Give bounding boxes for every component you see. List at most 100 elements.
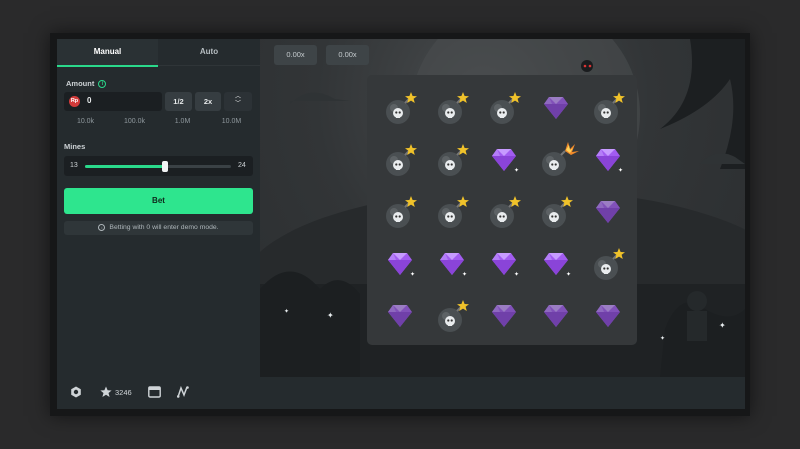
demo-note-text: Betting with 0 will enter demo mode. xyxy=(109,224,219,231)
svg-text:✦: ✦ xyxy=(410,271,415,278)
mode-tabs: Manual Auto xyxy=(57,39,260,67)
amount-value: 0 xyxy=(87,96,92,105)
mines-max: 24 xyxy=(238,162,246,169)
bomb-tile[interactable] xyxy=(374,186,426,238)
sparkle-icon: ✦ xyxy=(327,311,334,320)
gem-tile[interactable] xyxy=(478,290,530,342)
bomb-tile[interactable] xyxy=(478,82,530,134)
tab-auto[interactable]: Auto xyxy=(158,39,260,66)
mines-board: ✦ ✦ ✦ ✦ ✦ ✦ xyxy=(367,75,637,345)
gem-icon xyxy=(492,305,516,327)
multiplier-chip-2: 0.00x xyxy=(326,45,369,65)
theater-icon[interactable] xyxy=(148,386,161,398)
amount-stepper[interactable]: ︿ ﹀ xyxy=(224,92,252,111)
quick-amount-4[interactable]: 10.0M xyxy=(209,118,254,125)
gem-icon xyxy=(388,305,412,327)
bet-panel: Manual Auto Amount i Rp 0 1/2 2x ︿ ﹀ 10.0… xyxy=(57,39,260,377)
amount-input[interactable]: Rp 0 xyxy=(64,92,162,111)
bomb-tile[interactable] xyxy=(426,82,478,134)
bomb-icon xyxy=(438,92,469,124)
multiplier-chip-1: 0.00x xyxy=(274,45,317,65)
svg-text:✦: ✦ xyxy=(566,271,571,278)
gem-icon: ✦ xyxy=(596,149,623,174)
bomb-tile[interactable] xyxy=(478,186,530,238)
svg-text:✦: ✦ xyxy=(514,167,519,174)
footer-bar: 3246 xyxy=(57,377,745,409)
mines-min: 13 xyxy=(70,162,78,169)
bomb-tile[interactable] xyxy=(582,82,634,134)
bomb-tile[interactable] xyxy=(426,186,478,238)
slider-thumb[interactable] xyxy=(161,161,168,172)
slider-track[interactable] xyxy=(85,161,231,172)
mines-label: Mines xyxy=(64,142,86,151)
quick-amount-2[interactable]: 100.0k xyxy=(112,118,157,125)
svg-text:✦: ✦ xyxy=(514,271,519,278)
info-icon[interactable]: i xyxy=(98,80,107,89)
svg-text:✦: ✦ xyxy=(462,271,467,278)
gem-tile[interactable] xyxy=(582,290,634,342)
bomb-tile[interactable] xyxy=(374,134,426,186)
settings-icon[interactable] xyxy=(70,386,82,398)
bomb-tile[interactable] xyxy=(374,82,426,134)
gem-tile[interactable]: ✦ xyxy=(582,134,634,186)
amount-label: Amount i xyxy=(66,79,107,89)
bomb-tile[interactable] xyxy=(530,186,582,238)
amount-label-text: Amount xyxy=(66,79,95,88)
bomb-icon xyxy=(386,196,417,228)
gem-tile[interactable]: ✦ xyxy=(478,238,530,290)
demo-mode-note: i Betting with 0 will enter demo mode. xyxy=(64,221,253,235)
star-icon[interactable] xyxy=(100,386,112,398)
gem-icon xyxy=(544,97,568,119)
bomb-icon xyxy=(594,92,625,124)
gem-icon: ✦ xyxy=(492,253,519,278)
bomb-tile[interactable] xyxy=(426,134,478,186)
sparkle-icon: ✦ xyxy=(719,321,726,330)
exploded-bomb-tile[interactable] xyxy=(530,134,582,186)
bomb-icon xyxy=(490,92,521,124)
bomb-icon xyxy=(438,196,469,228)
gem-icon: ✦ xyxy=(492,149,519,174)
quick-amount-3[interactable]: 1.0M xyxy=(160,118,205,125)
slider-fill xyxy=(85,165,165,168)
quick-amount-1[interactable]: 10.0k xyxy=(63,118,108,125)
svg-text:✦: ✦ xyxy=(618,167,623,174)
bet-button[interactable]: Bet xyxy=(64,188,253,214)
half-button[interactable]: 1/2 xyxy=(165,92,192,111)
gem-icon xyxy=(544,305,568,327)
bomb-icon xyxy=(542,196,573,228)
fairness-icon[interactable] xyxy=(177,386,190,398)
gem-icon: ✦ xyxy=(440,253,467,278)
sparkle-icon: ✦ xyxy=(660,336,666,342)
gem-icon: ✦ xyxy=(544,253,571,278)
double-button[interactable]: 2x xyxy=(195,92,221,111)
gem-tile[interactable]: ✦ xyxy=(478,134,530,186)
chevron-up-icon[interactable]: ︿ xyxy=(224,94,252,101)
bomb-tile[interactable] xyxy=(426,290,478,342)
info-icon: i xyxy=(98,223,106,231)
gem-icon xyxy=(596,201,620,223)
bomb-icon xyxy=(490,196,521,228)
gem-tile[interactable] xyxy=(530,290,582,342)
chevron-down-icon[interactable]: ﹀ xyxy=(224,101,252,108)
gem-tile[interactable] xyxy=(530,82,582,134)
bomb-icon xyxy=(542,142,579,176)
gem-icon xyxy=(596,305,620,327)
mines-game-app: Manual Auto Amount i Rp 0 1/2 2x ︿ ﹀ 10.0… xyxy=(57,39,745,409)
gem-tile[interactable] xyxy=(582,186,634,238)
bomb-icon xyxy=(594,248,625,280)
sparkle-icon: ✦ xyxy=(284,309,290,315)
gem-icon: ✦ xyxy=(388,253,415,278)
favorites-count: 3246 xyxy=(115,388,132,397)
gem-tile[interactable]: ✦ xyxy=(530,238,582,290)
mines-slider[interactable]: 13 24 xyxy=(64,156,253,176)
currency-badge: Rp xyxy=(69,96,80,107)
bomb-icon xyxy=(386,144,417,176)
bomb-tile[interactable] xyxy=(582,238,634,290)
bomb-icon xyxy=(386,92,417,124)
gem-tile[interactable]: ✦ xyxy=(374,238,426,290)
bomb-icon xyxy=(438,144,469,176)
gem-tile[interactable] xyxy=(374,290,426,342)
tab-manual[interactable]: Manual xyxy=(57,39,158,67)
gem-tile[interactable]: ✦ xyxy=(426,238,478,290)
bomb-icon xyxy=(438,300,469,332)
